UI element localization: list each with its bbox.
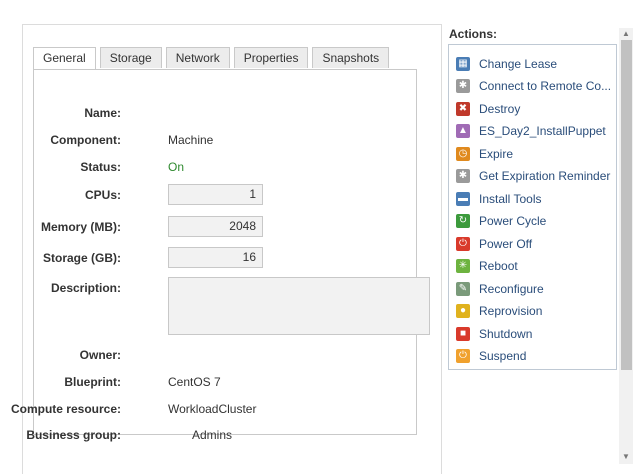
action-get-expiration-reminder[interactable]: ✱ Get Expiration Reminder — [456, 167, 610, 185]
calendar-icon: ▦ — [456, 57, 470, 71]
description-field[interactable] — [168, 277, 430, 335]
scrollbar-thumb[interactable] — [621, 40, 632, 370]
action-label: Shutdown — [479, 327, 533, 341]
suspend-icon: ⏻ — [456, 349, 470, 363]
owner-label: Owner: — [79, 348, 121, 362]
action-destroy[interactable]: ✖ Destroy — [456, 100, 520, 118]
action-reboot[interactable]: ✳ Reboot — [456, 257, 518, 275]
business-group-value: Admins — [192, 428, 233, 442]
gear-icon: ✱ — [456, 79, 470, 93]
action-label: Reprovision — [479, 304, 543, 318]
action-connect-remote-console[interactable]: ✱ Connect to Remote Co... — [456, 77, 611, 95]
clock-icon: ◷ — [456, 147, 470, 161]
compute-resource-label: Compute resource: — [10, 402, 121, 416]
flask-icon: ▲ — [456, 124, 470, 138]
stop-icon: ■ — [456, 327, 470, 341]
scroll-up-icon[interactable]: ▲ — [621, 30, 631, 38]
action-label: Reconfigure — [479, 282, 544, 296]
storage-field[interactable]: 16 — [168, 247, 263, 268]
power-icon: ⏻ — [456, 237, 470, 251]
component-label: Component: — [50, 133, 121, 147]
action-label: Install Tools — [479, 192, 542, 206]
action-reconfigure[interactable]: ✎ Reconfigure — [456, 280, 544, 298]
compute-resource-value: WorkloadCluster — [168, 402, 257, 416]
action-label: Get Expiration Reminder — [479, 169, 611, 183]
action-label: Change Lease — [479, 57, 558, 71]
cpus-label: CPUs: — [84, 188, 121, 202]
reconfigure-icon: ✎ — [456, 282, 470, 296]
machine-details-panel: General Storage Network Properties Snaps… — [11, 24, 442, 474]
tab-general[interactable]: General — [33, 47, 96, 69]
trash-icon: ✖ — [456, 102, 470, 116]
tab-snapshots[interactable]: Snapshots — [312, 47, 390, 68]
tab-network[interactable]: Network — [165, 47, 230, 68]
tools-icon: ▬ — [456, 192, 470, 206]
memory-field[interactable]: 2048 — [168, 216, 263, 237]
general-tab-content: Name: Component: Machine Status: On CPUs… — [11, 69, 430, 442]
storage-label: Storage (GB): — [43, 251, 121, 265]
tab-bar: General Storage Network Properties Snaps… — [33, 47, 393, 69]
action-expire[interactable]: ◷ Expire — [456, 145, 513, 163]
actions-title: Actions: — [449, 27, 497, 41]
action-label: Power Off — [479, 237, 533, 251]
reprovision-icon: ● — [456, 304, 470, 318]
tab-storage[interactable]: Storage — [99, 47, 162, 68]
blueprint-value: CentOS 7 — [168, 375, 221, 389]
action-power-off[interactable]: ⏻ Power Off — [456, 235, 532, 253]
action-label: Reboot — [479, 259, 518, 273]
action-suspend[interactable]: ⏻ Suspend — [456, 347, 526, 365]
action-change-lease[interactable]: ▦ Change Lease — [456, 55, 557, 73]
blueprint-label: Blueprint: — [64, 375, 121, 389]
scroll-down-icon[interactable]: ▼ — [621, 453, 631, 461]
gear-icon: ✱ — [456, 169, 470, 183]
action-label: ES_Day2_InstallPuppet — [479, 124, 606, 138]
cycle-icon: ↻ — [456, 214, 470, 228]
reboot-icon: ✳ — [456, 259, 470, 273]
memory-label: Memory (MB): — [41, 220, 121, 234]
name-label: Name: — [84, 106, 121, 120]
action-label: Destroy — [479, 102, 521, 116]
component-value: Machine — [168, 133, 214, 147]
business-group-label: Business group: — [26, 428, 121, 442]
action-reprovision[interactable]: ● Reprovision — [456, 302, 542, 320]
action-es-day2-install-puppet[interactable]: ▲ ES_Day2_InstallPuppet — [456, 122, 606, 140]
description-label: Description: — [50, 281, 121, 295]
action-label: Expire — [479, 147, 514, 161]
status-value: On — [168, 160, 185, 174]
actions-list: ▦ Change Lease ✱ Connect to Remote Co...… — [448, 44, 617, 370]
action-label: Connect to Remote Co... — [479, 79, 612, 93]
tab-properties[interactable]: Properties — [233, 47, 309, 68]
action-label: Power Cycle — [479, 214, 547, 228]
action-shutdown[interactable]: ■ Shutdown — [456, 325, 532, 343]
status-label: Status: — [80, 160, 121, 174]
cpus-field[interactable]: 1 — [168, 184, 263, 205]
action-power-cycle[interactable]: ↻ Power Cycle — [456, 212, 546, 230]
action-install-tools[interactable]: ▬ Install Tools — [456, 190, 541, 208]
action-label: Suspend — [479, 349, 527, 363]
